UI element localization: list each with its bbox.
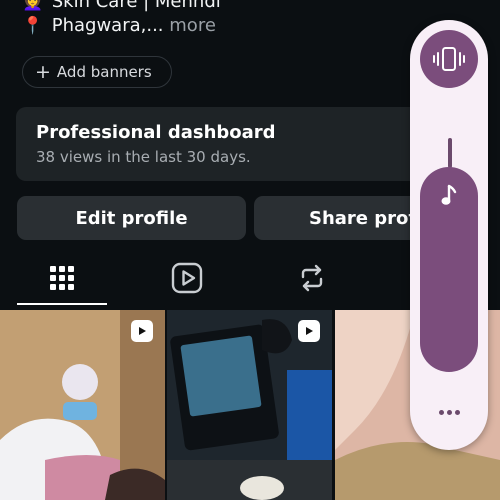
professional-dashboard-card[interactable]: Professional dashboard 38 views in the l… [16, 107, 446, 181]
reel-badge-icon [131, 320, 153, 342]
dot [454, 409, 460, 415]
grid-post[interactable] [0, 310, 165, 500]
more-dots-icon[interactable] [434, 402, 464, 422]
dashboard-title: Professional dashboard [36, 122, 276, 143]
plus-icon: + [35, 60, 51, 83]
bio-category-text: Skin Care | Mehndi [51, 0, 221, 12]
grid-post[interactable] [167, 310, 332, 500]
add-banners-button[interactable]: + Add banners [22, 56, 172, 88]
reel-badge-icon [298, 320, 320, 342]
bio-more-link[interactable]: more [169, 15, 216, 36]
dot [438, 409, 444, 415]
reels-icon [171, 262, 203, 294]
vibrate-icon [433, 47, 465, 71]
volume-panel [410, 20, 488, 450]
bio-line-category: 👩‍🦱 Skin Care | Mehndi [22, 0, 221, 14]
volume-slider-handle[interactable] [448, 138, 452, 168]
dot [446, 409, 452, 415]
volume-slider[interactable] [420, 167, 478, 372]
bio-location-text: Phagwara,... [51, 15, 164, 36]
music-note-icon [441, 184, 457, 205]
add-banners-label: Add banners [56, 63, 152, 81]
tab-posts-grid[interactable] [17, 250, 107, 306]
selected-tab-indicator [17, 303, 107, 305]
tab-reposts[interactable] [267, 250, 357, 306]
reposts-icon [301, 264, 323, 292]
edit-profile-button[interactable]: Edit profile [17, 196, 246, 240]
tab-reels[interactable] [142, 250, 232, 306]
ringer-mode-button[interactable] [420, 30, 478, 88]
dashboard-subtitle: 38 views in the last 30 days. [36, 148, 251, 166]
grid-icon [50, 266, 74, 290]
location-pin-icon: 📍 [22, 16, 44, 36]
person-emoji-icon: 👩‍🦱 [22, 0, 44, 12]
bio-line-location: 📍 Phagwara,... more [22, 14, 216, 38]
